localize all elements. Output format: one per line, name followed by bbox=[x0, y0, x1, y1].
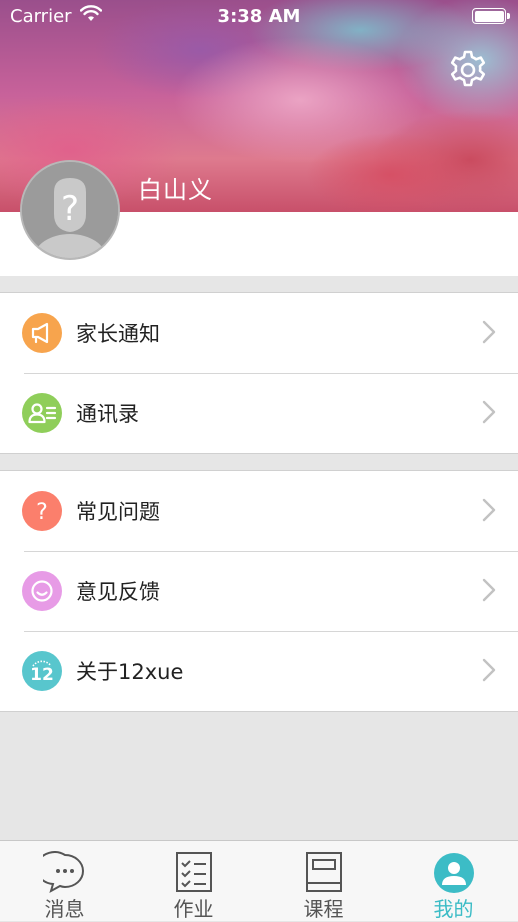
status-bar: Carrier 3:38 AM bbox=[0, 0, 518, 34]
chevron-right-icon bbox=[482, 658, 496, 682]
tab-label: 课程 bbox=[303, 897, 344, 921]
menu-item-feedback[interactable]: 意见反馈 bbox=[0, 551, 518, 631]
tab-messages[interactable]: 消息 bbox=[0, 841, 129, 921]
chevron-right-icon bbox=[482, 320, 496, 344]
menu-item-label: 家长通知 bbox=[76, 322, 160, 346]
tab-courses[interactable]: 课程 bbox=[259, 841, 388, 921]
username: 白山义 bbox=[138, 176, 213, 204]
svg-text:12: 12 bbox=[30, 665, 54, 685]
menu-item-label: 关于12xue bbox=[76, 660, 184, 684]
menu-item-label: 常见问题 bbox=[76, 500, 160, 524]
tab-label: 作业 bbox=[173, 897, 214, 921]
settings-gear-icon[interactable] bbox=[446, 48, 490, 92]
chevron-right-icon bbox=[482, 400, 496, 424]
tab-label: 消息 bbox=[44, 897, 85, 921]
about-12-icon: 12 bbox=[22, 651, 62, 691]
menu-item-contacts[interactable]: 通讯录 bbox=[0, 373, 518, 453]
book-icon bbox=[306, 852, 342, 892]
chevron-right-icon bbox=[482, 498, 496, 522]
smiley-icon bbox=[22, 571, 62, 611]
tab-mine[interactable]: 我的 bbox=[389, 841, 518, 921]
menu-item-about[interactable]: 12 关于12xue bbox=[0, 631, 518, 711]
menu-item-label: 意见反馈 bbox=[76, 580, 160, 604]
menu-group-2: ? 常见问题 意见反馈 12 关于12xue bbox=[0, 470, 518, 712]
person-icon bbox=[434, 853, 474, 893]
checklist-icon bbox=[176, 852, 212, 892]
question-icon: ? bbox=[22, 491, 62, 531]
battery-icon bbox=[472, 8, 510, 24]
tab-label: 我的 bbox=[433, 897, 474, 921]
avatar[interactable]: ? bbox=[20, 160, 120, 260]
svg-text:?: ? bbox=[61, 189, 79, 229]
megaphone-icon bbox=[22, 313, 62, 353]
default-avatar-icon: ? bbox=[22, 162, 118, 258]
clock: 3:38 AM bbox=[217, 6, 301, 27]
chat-bubble-icon bbox=[43, 851, 84, 894]
tab-bar: 消息 作业 课程 我的 bbox=[0, 840, 518, 921]
menu-group-1: 家长通知 通讯录 bbox=[0, 292, 518, 454]
svg-text:?: ? bbox=[36, 500, 48, 525]
menu-item-faq[interactable]: ? 常见问题 bbox=[0, 471, 518, 551]
menu-item-label: 通讯录 bbox=[76, 402, 139, 426]
chevron-right-icon bbox=[482, 578, 496, 602]
contacts-icon bbox=[22, 393, 62, 433]
tab-homework[interactable]: 作业 bbox=[129, 841, 258, 921]
menu-item-parent-notice[interactable]: 家长通知 bbox=[0, 293, 518, 373]
